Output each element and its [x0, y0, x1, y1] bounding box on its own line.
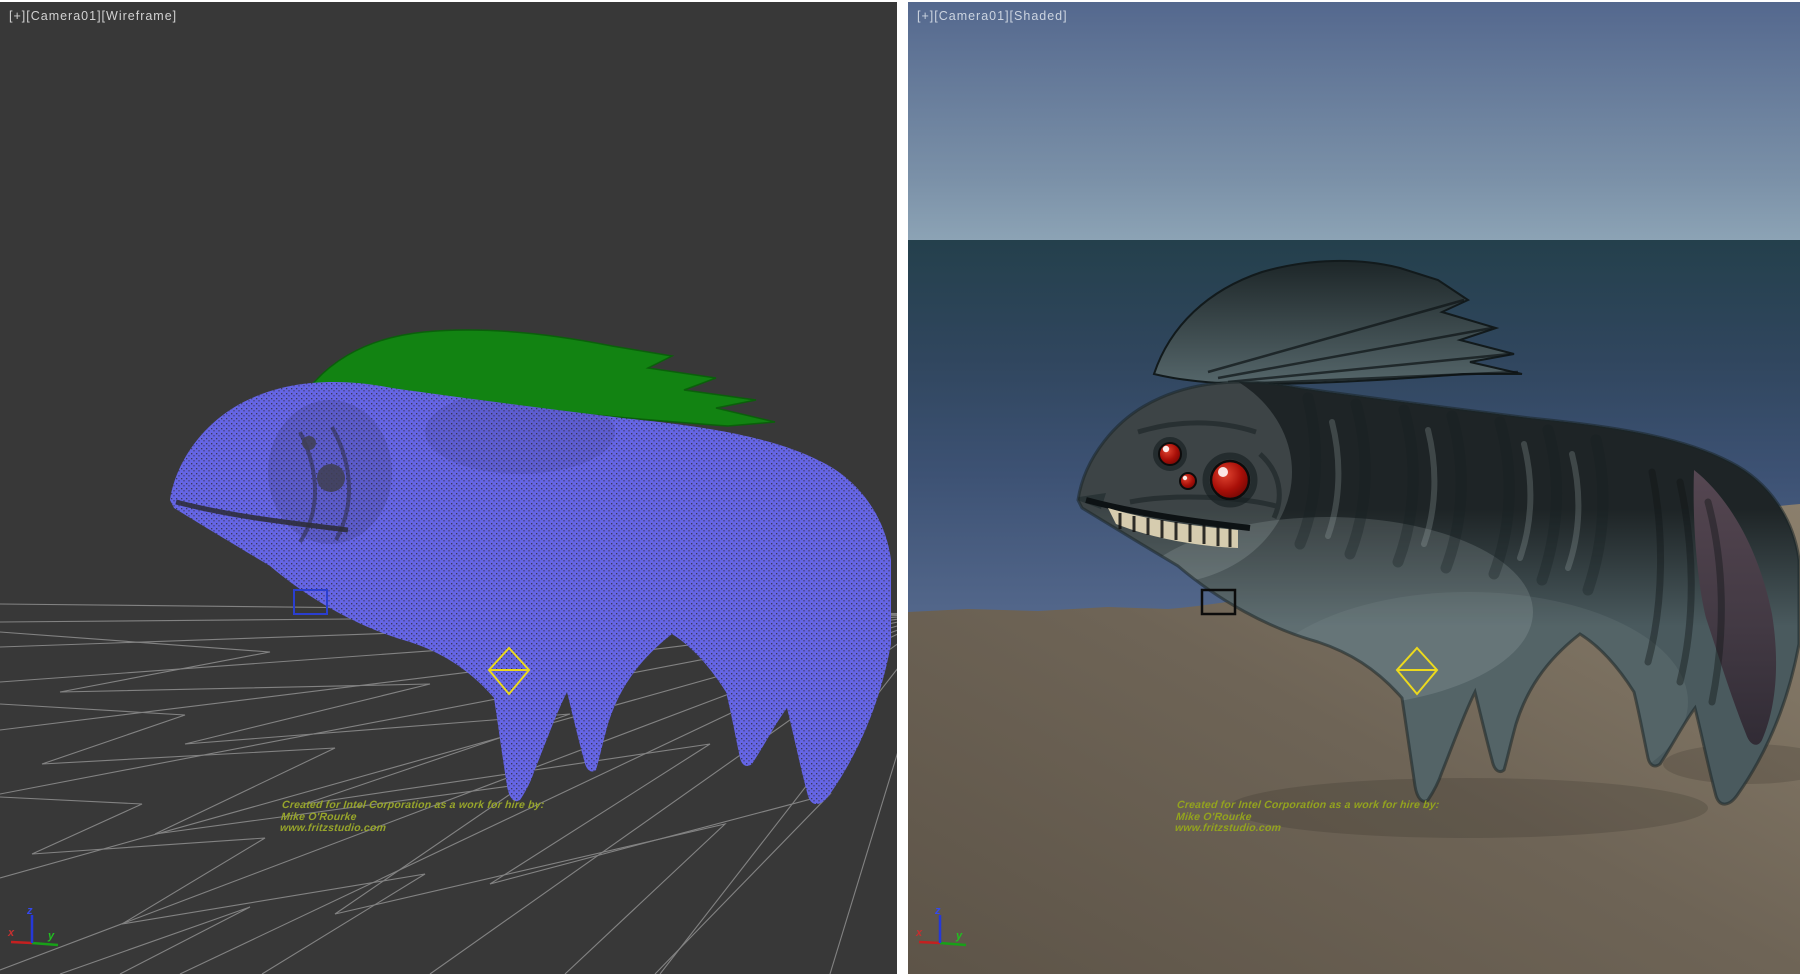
axis-y-line — [32, 943, 58, 945]
eye-red-middle — [1180, 473, 1196, 489]
annotation-line3: www.fritzstudio.com — [1174, 823, 1437, 835]
world-axis-gizmo: x y z — [2, 903, 72, 969]
eye-red-large — [1211, 461, 1249, 499]
fish-wireframe — [170, 330, 891, 804]
dorsal-fin-shaded — [1154, 261, 1522, 384]
axis-x-label: x — [7, 927, 15, 939]
eye-wireframe-large — [317, 464, 345, 492]
axis-y-label: y — [955, 930, 963, 942]
scene-annotation: Created for Intel Corporation as a work … — [1174, 800, 1439, 835]
viewport-label-shaded[interactable]: [+][Camera01][Shaded] — [917, 9, 1068, 23]
scene-annotation: Created for Intel Corporation as a work … — [279, 800, 544, 835]
viewport-label-wireframe[interactable]: [+][Camera01][Wireframe] — [9, 9, 177, 23]
axis-z-label: z — [934, 905, 941, 917]
eye-wireframe-small — [302, 436, 316, 450]
annotation-line1: Created for Intel Corporation as a work … — [282, 800, 545, 812]
axis-x-line — [11, 942, 32, 943]
viewport-wireframe[interactable]: [+][Camera01][Wireframe] — [0, 2, 897, 974]
world-axis-gizmo: x y z — [910, 903, 980, 969]
axis-y-label: y — [47, 930, 55, 942]
axis-x-label: x — [915, 927, 923, 939]
eye-red-upper — [1159, 443, 1181, 465]
axis-x-line — [919, 942, 940, 943]
axis-y-line — [940, 943, 966, 945]
viewport-area: [+][Camera01][Wireframe] — [0, 0, 1800, 978]
viewport-shaded[interactable]: [+][Camera01][Shaded] — [908, 2, 1800, 974]
axis-z-label: z — [26, 905, 33, 917]
annotation-line1: Created for Intel Corporation as a work … — [1177, 800, 1440, 812]
annotation-line3: www.fritzstudio.com — [279, 823, 542, 835]
